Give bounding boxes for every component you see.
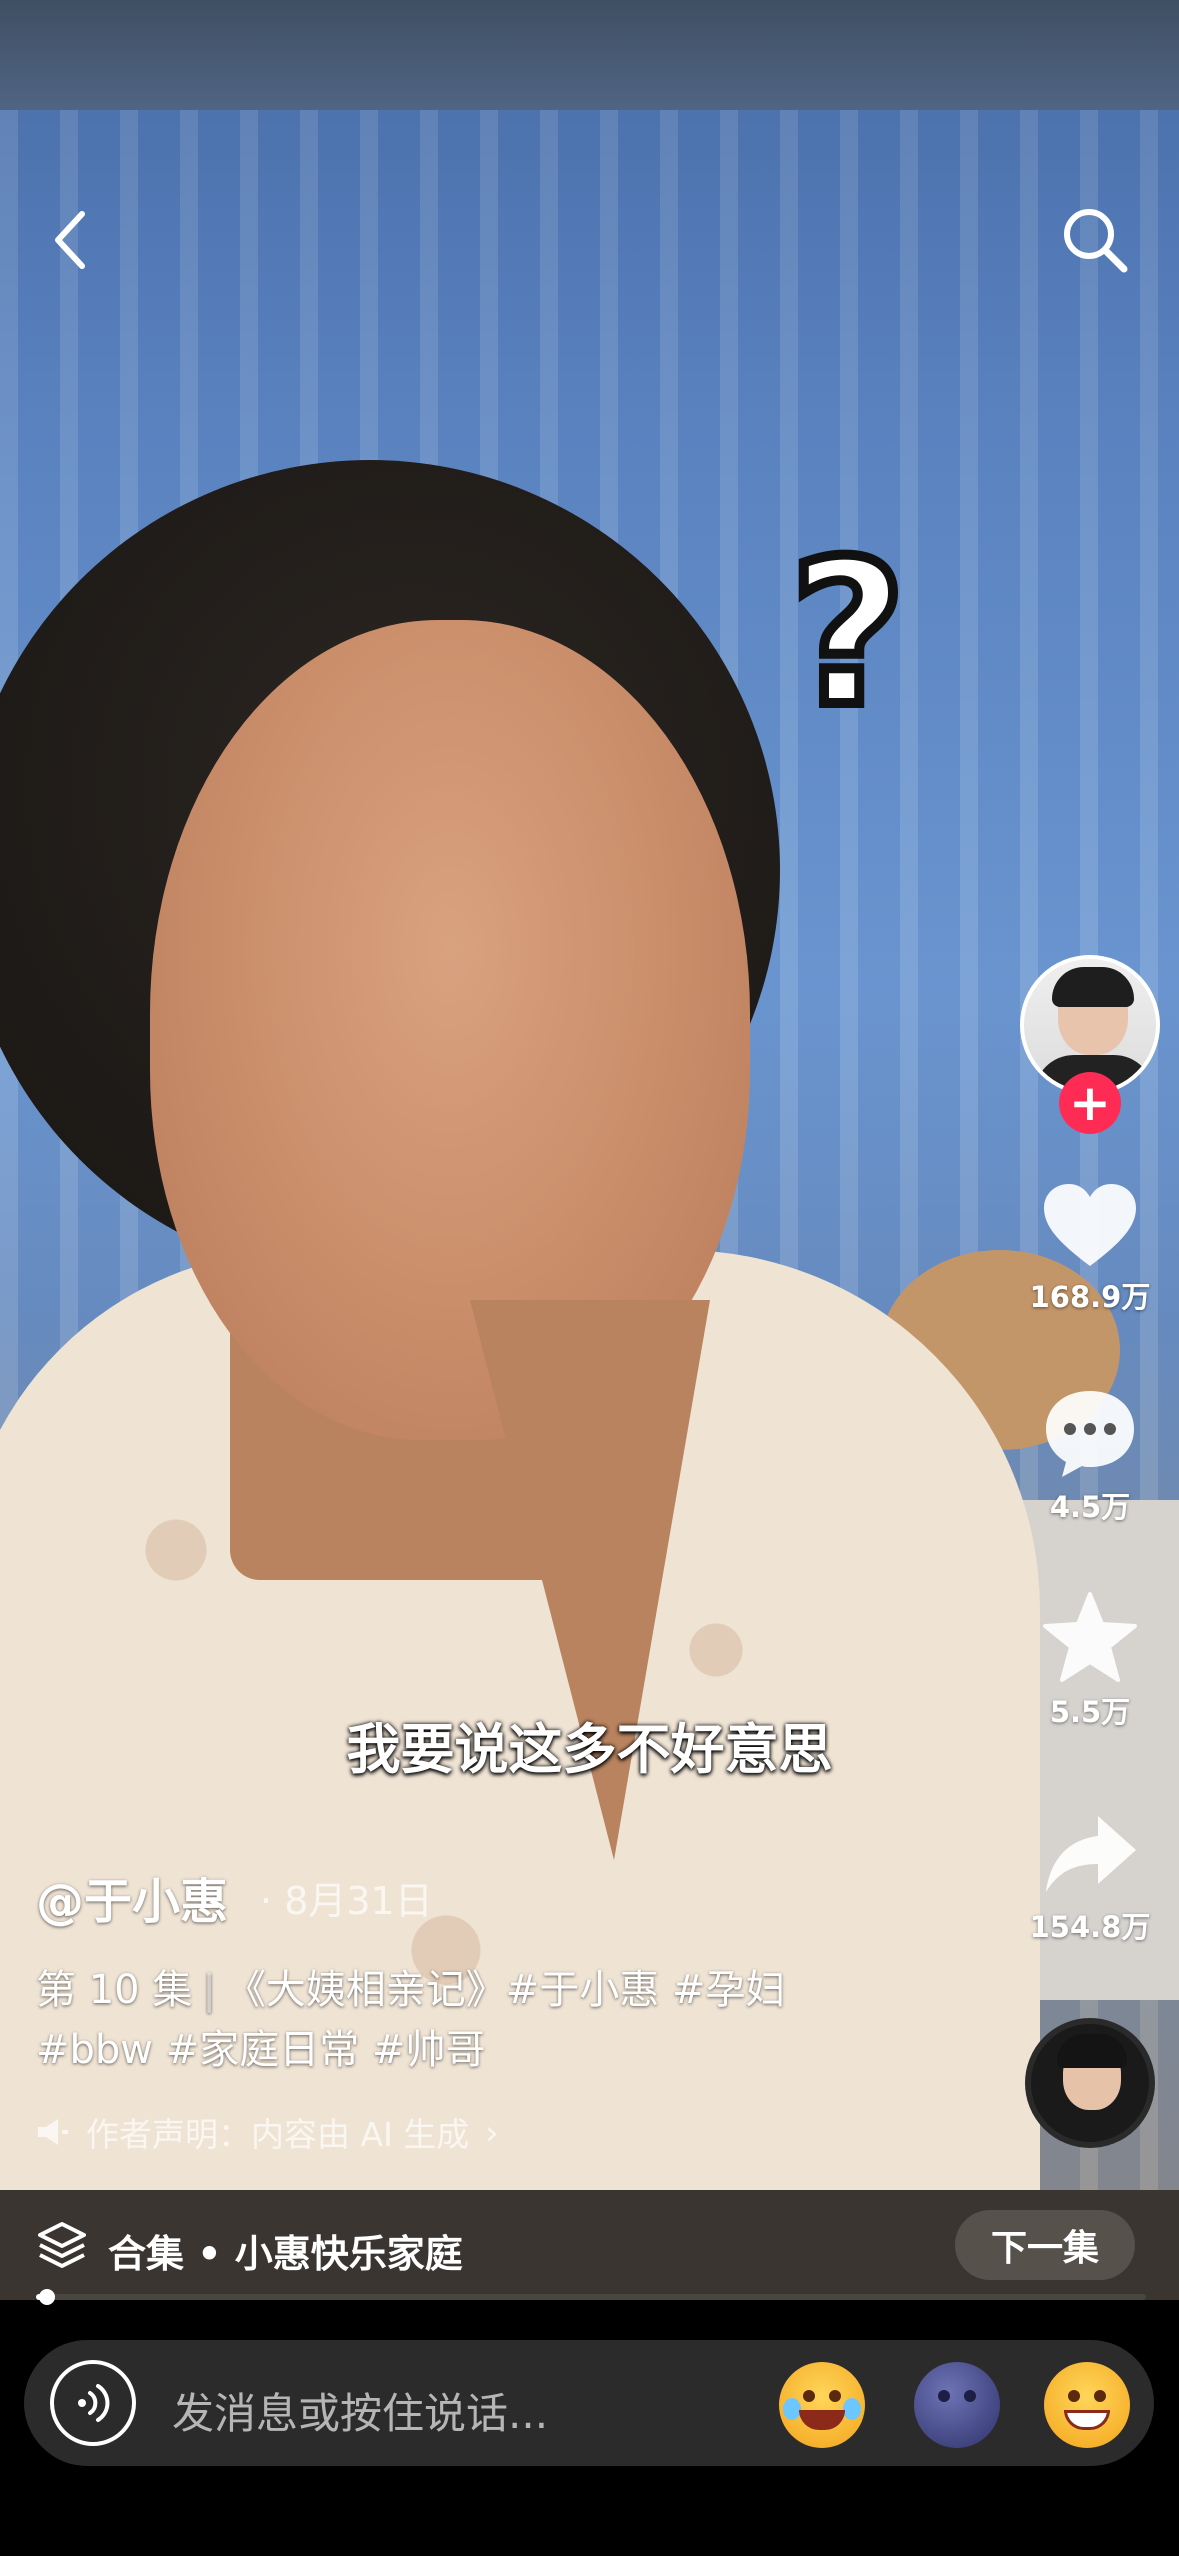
- grin-emoji[interactable]: [1044, 2362, 1130, 2448]
- video-top-shade: [0, 0, 1179, 110]
- message-input-bar[interactable]: 发消息或按住说话...: [24, 2340, 1154, 2466]
- post-date: · 8月31日: [260, 1870, 433, 1925]
- progress-knob[interactable]: [39, 2289, 56, 2305]
- moon-emoji[interactable]: [914, 2362, 1000, 2448]
- date-separator: ·: [260, 1879, 273, 1923]
- voice-icon: [78, 2384, 110, 2422]
- follow-button[interactable]: +: [1059, 1072, 1121, 1134]
- back-button[interactable]: [40, 200, 100, 280]
- laugh-cry-emoji[interactable]: [779, 2362, 865, 2448]
- video-progress-bar[interactable]: [36, 2289, 1146, 2305]
- share-button[interactable]: 154.8万: [1020, 1810, 1160, 1946]
- comment-button[interactable]: 4.5万: [1020, 1385, 1160, 1526]
- video-subtitle: 我要说这多不好意思: [346, 1718, 833, 1781]
- author-name[interactable]: @于小惠: [36, 1862, 228, 1932]
- question-mark-sticker: ?: [785, 518, 911, 751]
- original-sound-disc[interactable]: [1025, 2018, 1155, 2148]
- collection-bar[interactable]: 合集 • 小惠快乐家庭 下一集: [0, 2190, 1179, 2300]
- stack-icon: [38, 2222, 86, 2268]
- heart-icon: [1044, 1184, 1136, 1266]
- share-icon: [1046, 1816, 1136, 1892]
- comment-count: 4.5万: [1049, 1490, 1131, 1524]
- back-icon: [55, 211, 85, 269]
- like-count: 168.9万: [1029, 1280, 1151, 1314]
- voice-button[interactable]: [50, 2360, 136, 2446]
- description-line-2: #bbw #家庭日常 #帅哥: [36, 2027, 486, 2073]
- video-description[interactable]: 第 10 集 | 《大姨相亲记》#于小惠 #孕妇 #bbw #家庭日常 #帅哥: [36, 1960, 936, 2080]
- like-button[interactable]: 168.9万: [1020, 1180, 1160, 1316]
- search-button[interactable]: [1055, 200, 1135, 280]
- ai-content-notice[interactable]: 作者声明：内容由 AI 生成 ›: [36, 2108, 499, 2156]
- speaker-icon: [38, 2119, 68, 2145]
- star-icon: [1043, 1592, 1137, 1682]
- share-count: 154.8万: [1029, 1910, 1151, 1944]
- collection-label: 合集 • 小惠快乐家庭: [108, 2232, 463, 2276]
- description-line-1: 第 10 集 | 《大姨相亲记》#于小惠 #孕妇: [36, 1967, 786, 2013]
- message-placeholder[interactable]: 发消息或按住说话...: [172, 2380, 548, 2441]
- chevron-right-icon: ›: [485, 2112, 499, 2152]
- comment-icon: [1046, 1391, 1134, 1477]
- next-episode-button[interactable]: 下一集: [955, 2210, 1135, 2280]
- notice-text: 作者声明：内容由 AI 生成: [86, 2115, 470, 2154]
- search-icon: [1064, 209, 1128, 273]
- date-value: 8月31日: [284, 1879, 433, 1923]
